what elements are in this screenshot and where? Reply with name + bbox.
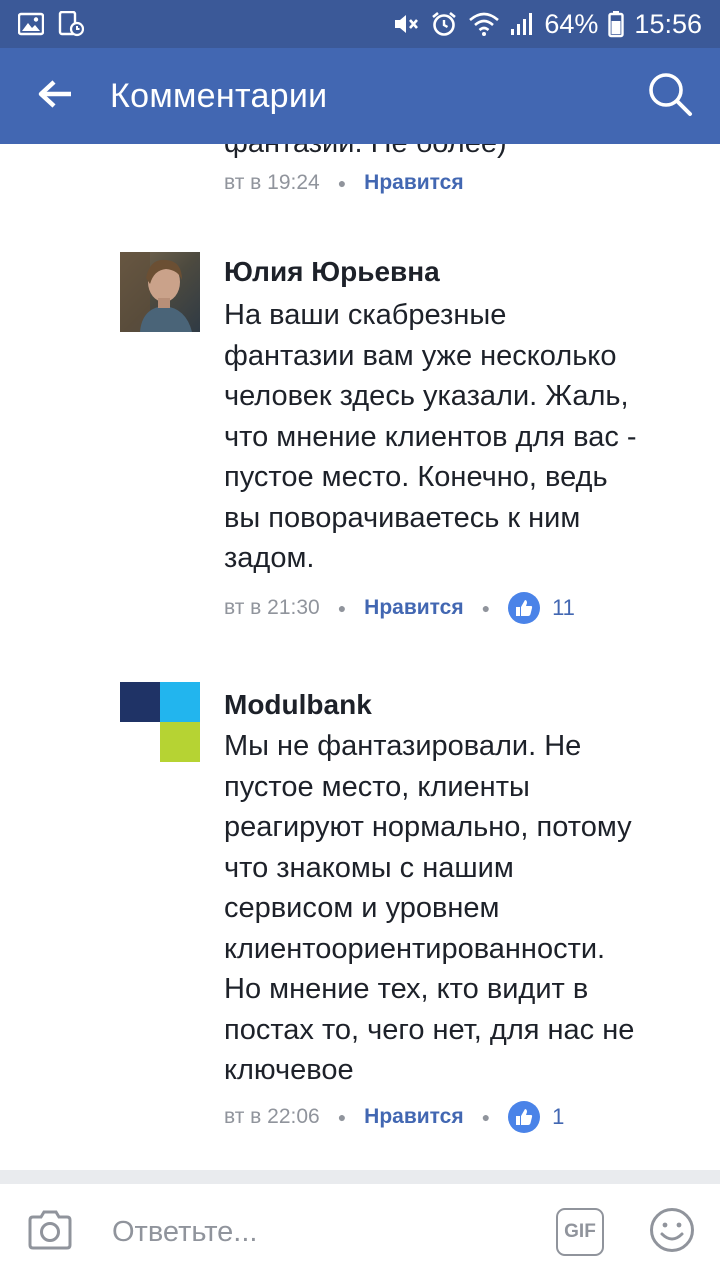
comment-meta: вт в 19:24 ● Нравится [224, 163, 464, 203]
status-bar: 64% 15:56 [0, 0, 720, 48]
comment-line: пустое место, клиенты [224, 770, 530, 803]
separator-dot: ● [481, 600, 491, 616]
comment-line: Но мнение тех, кто видит в [224, 973, 589, 1005]
alarm-icon [430, 10, 458, 38]
search-button[interactable] [620, 48, 720, 144]
comment-time: вт в 21:30 [224, 596, 320, 619]
comment-text-partial: фантазии. Не более) [224, 144, 507, 163]
emoji-button[interactable] [632, 1207, 712, 1258]
battery-icon [608, 10, 625, 38]
separator-dot: ● [337, 600, 347, 616]
comment-meta: вт в 22:06 ● Нравится ● 1 [224, 1097, 564, 1137]
comment-line: пустое место. Конечно, ведь [224, 461, 608, 493]
comment-line: постах то, чего нет, для нас не [224, 1013, 635, 1046]
search-icon [646, 70, 694, 123]
gif-button[interactable]: GIF [556, 1208, 604, 1256]
comment-line: что знакомы с нашим [224, 851, 514, 884]
comment-line: сервисом и уровнем [224, 892, 500, 924]
modulbank-logo[interactable] [120, 682, 200, 762]
like-count[interactable]: 11 [552, 595, 575, 621]
signal-icon [510, 11, 534, 37]
comment-author[interactable]: Modulbank [224, 685, 372, 725]
comment-author[interactable]: Юлия Юрьевна [224, 252, 440, 292]
like-button[interactable]: Нравится [364, 171, 463, 195]
separator-dot: ● [337, 175, 347, 191]
comment-line: Мы не фантазировали. Не [224, 730, 582, 762]
back-button[interactable] [0, 48, 110, 144]
comment-text: Мы не фантазировали. Не пустое место, кл… [224, 726, 694, 1091]
like-count[interactable]: 1 [552, 1104, 564, 1130]
reply-composer: GIF [0, 1184, 720, 1280]
wifi-icon [468, 11, 500, 37]
comment-text: На ваши скабрезные фантазии вам уже неск… [224, 295, 694, 579]
like-button[interactable]: Нравится [364, 1105, 463, 1129]
app-bar: Комментарии [0, 48, 720, 144]
smiley-icon [649, 1207, 695, 1258]
comment-line: На ваши скабрезные [224, 299, 507, 331]
like-icon[interactable] [508, 592, 541, 624]
gallery-icon [18, 12, 44, 36]
composer-divider [0, 1170, 720, 1184]
like-icon[interactable] [508, 1101, 541, 1133]
comment-line: реагируют нормально, потому [224, 811, 632, 843]
comment-line: задом. [224, 542, 315, 574]
camera-icon [27, 1210, 73, 1255]
comment-line: вы поворачиваетесь к ним [224, 501, 581, 534]
separator-dot: ● [337, 1109, 347, 1125]
separator-dot: ● [481, 1109, 491, 1125]
avatar[interactable] [120, 252, 200, 332]
mute-icon [392, 11, 420, 37]
camera-button[interactable] [0, 1210, 100, 1255]
reply-input[interactable] [100, 1214, 556, 1250]
like-button[interactable]: Нравится [364, 596, 463, 620]
comment-line: фантазии вам уже несколько [224, 339, 617, 372]
comment-line: что мнение клиентов для вас - [224, 420, 637, 453]
arrow-left-icon [37, 79, 73, 114]
comment-time: вт в 19:24 [224, 171, 320, 194]
screenshot-icon [58, 11, 84, 37]
comments-list[interactable]: фантазии. Не более) вт в 19:24 ● Нравитс… [0, 144, 720, 1170]
comment-line: клиентоориентированности. [224, 932, 606, 965]
comment-time: вт в 22:06 [224, 1105, 320, 1128]
battery-percent: 64% [544, 8, 599, 39]
clock: 15:56 [634, 8, 702, 39]
comment-meta: вт в 21:30 ● Нравится ● 11 [224, 588, 575, 628]
comment-line: ключевое [224, 1054, 354, 1086]
comment-line: человек здесь указали. Жаль, [224, 380, 629, 412]
page-title: Комментарии [110, 76, 328, 115]
